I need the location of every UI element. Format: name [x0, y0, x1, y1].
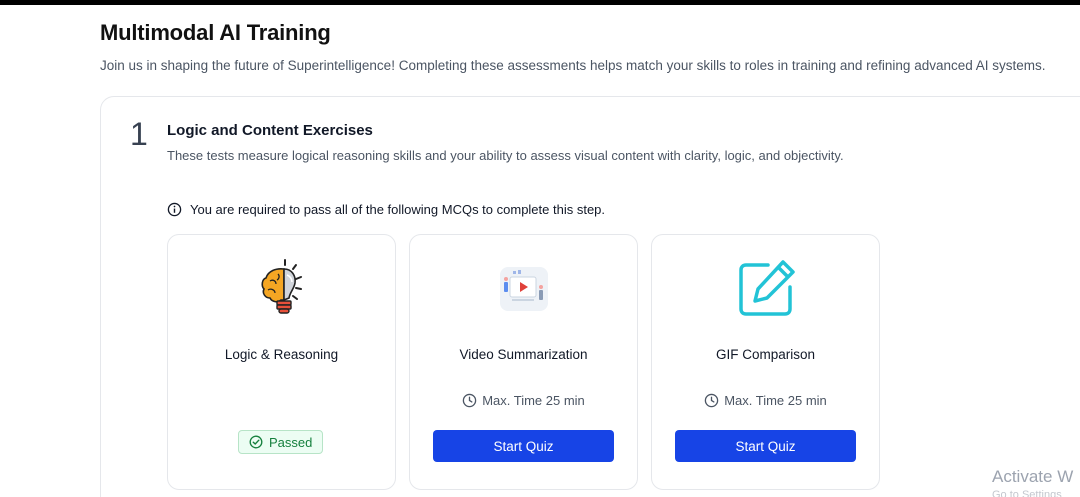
check-circle-icon: [249, 435, 263, 449]
step-description: These tests measure logical reasoning sk…: [167, 148, 844, 163]
page-subtitle: Join us in shaping the future of Superin…: [100, 58, 1046, 73]
max-time: Max. Time 25 min: [410, 393, 637, 408]
requirement-notice: You are required to pass all of the foll…: [167, 202, 605, 217]
quiz-name: Logic & Reasoning: [224, 347, 339, 362]
quiz-name: GIF Comparison: [715, 347, 816, 362]
activation-watermark: Activate W: [992, 467, 1074, 486]
passed-badge: Passed: [238, 430, 324, 454]
max-time-label: Max. Time 25 min: [724, 393, 827, 408]
passed-label: Passed: [269, 434, 313, 450]
start-quiz-button[interactable]: Start Quiz: [675, 430, 856, 462]
video-presentation-icon: [410, 257, 637, 321]
notice-text: You are required to pass all of the foll…: [190, 202, 606, 217]
activation-watermark-sub: Go to Settings: [992, 489, 1062, 497]
step-title: Logic and Content Exercises: [167, 122, 373, 139]
lightbulb-brain-icon: [168, 257, 395, 321]
quiz-name: Video Summarization: [459, 347, 588, 362]
max-time-label: Max. Time 25 min: [482, 393, 585, 408]
start-quiz-button[interactable]: Start Quiz: [433, 430, 614, 462]
edit-pencil-icon: [652, 257, 879, 321]
quiz-card-gif-comparison: GIF Comparison Max. Time 25 min Start Qu…: [651, 234, 880, 490]
clock-icon: [704, 393, 719, 408]
quiz-card-video-summarization: Video Summarization Max. Time 25 min Sta…: [409, 234, 638, 490]
clock-icon: [462, 393, 477, 408]
page-title: Multimodal AI Training: [100, 20, 331, 45]
info-icon: [167, 202, 182, 217]
quiz-card-logic-reasoning: Logic & Reasoning Passed: [167, 234, 396, 490]
top-bar: [0, 0, 1080, 5]
step-number: 1: [130, 116, 148, 152]
max-time: Max. Time 25 min: [652, 393, 879, 408]
